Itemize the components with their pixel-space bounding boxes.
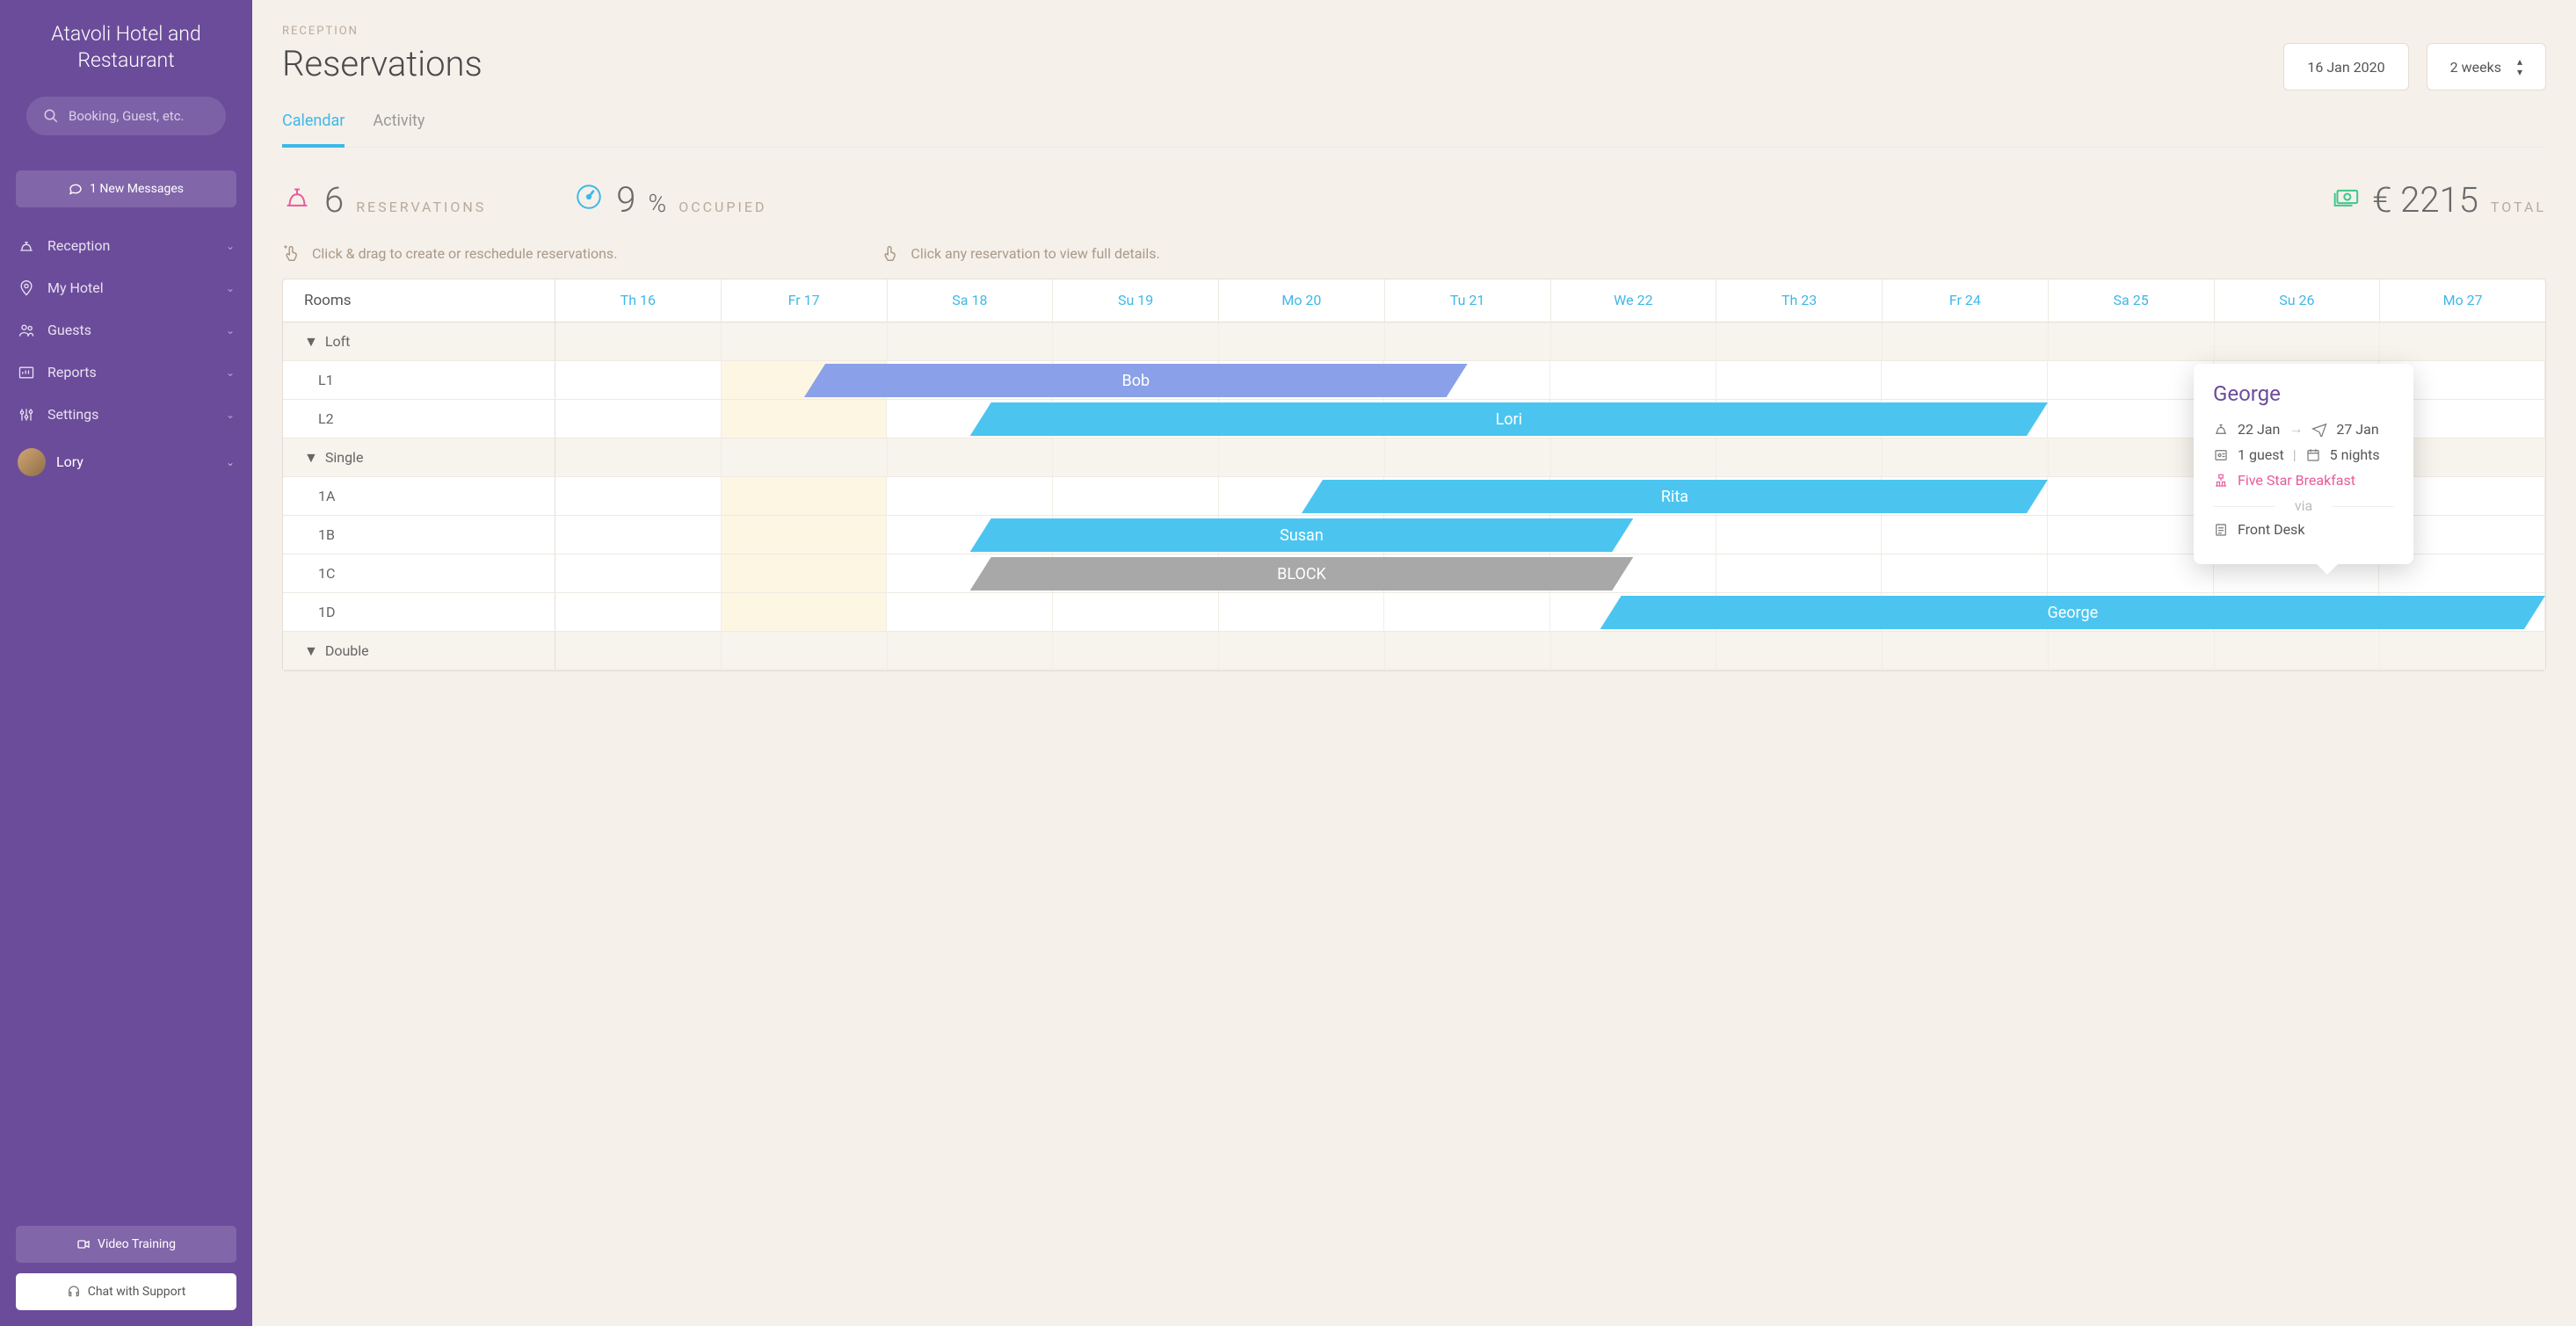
chevron-down-icon: ⌄	[226, 456, 235, 468]
calendar-grid[interactable]: Rooms Th 16Fr 17Sa 18Su 19Mo 20Tu 21We 2…	[282, 279, 2546, 671]
nav-user[interactable]: Lory⌄	[0, 436, 252, 489]
search-input[interactable]: Booking, Guest, etc.	[26, 97, 226, 135]
chevron-down-icon: ⌄	[226, 324, 235, 337]
tab-activity[interactable]: Activity	[373, 112, 424, 147]
day-header: Fr 24	[1883, 279, 2049, 322]
room-cell: L2	[283, 400, 555, 438]
date-picker[interactable]: 16 Jan 2020	[2283, 43, 2408, 91]
reservation-bar[interactable]: BLOCK	[970, 557, 1634, 591]
rooms-header: Rooms	[283, 279, 555, 322]
reservation-bar[interactable]: Susan	[970, 518, 1634, 552]
nav-settings[interactable]: Settings⌄	[0, 394, 252, 436]
search-icon	[42, 107, 60, 125]
day-header: Su 26	[2215, 279, 2381, 322]
popover-name: George	[2213, 381, 2394, 406]
nav-guests[interactable]: Guests⌄	[0, 309, 252, 351]
reservation-bar[interactable]: George	[1600, 596, 2545, 629]
day-header: Fr 17	[722, 279, 888, 322]
desk-icon	[2213, 522, 2229, 538]
reservation-bar[interactable]: Rita	[1302, 480, 2048, 513]
money-icon	[2330, 182, 2360, 212]
range-picker[interactable]: 2 weeks ▴▾	[2427, 43, 2546, 91]
day-header: Mo 20	[1219, 279, 1385, 322]
chevron-down-icon: ⌄	[226, 409, 235, 421]
plane-icon	[2311, 421, 2327, 437]
room-cell: L1	[283, 361, 555, 399]
pin-icon	[18, 279, 35, 297]
messages-button[interactable]: 1 New Messages	[16, 170, 236, 207]
video-training-button[interactable]: Video Training	[16, 1226, 236, 1263]
reservation-bar[interactable]: Bob	[804, 364, 1468, 397]
hint-click: Click any reservation to view full detai…	[881, 243, 1159, 263]
users-icon	[18, 322, 35, 339]
page-title: Reservations	[282, 43, 483, 84]
checkin-icon	[2213, 421, 2229, 437]
room-cell: 1A	[283, 477, 555, 515]
triangle-down-icon: ▼	[304, 449, 318, 467]
gauge-icon	[574, 182, 604, 212]
video-icon	[76, 1237, 91, 1251]
room-cell: 1B	[283, 516, 555, 554]
pointer-icon	[881, 243, 900, 263]
occupied-pct: 9	[616, 179, 635, 221]
day-header: Su 19	[1053, 279, 1219, 322]
avatar	[18, 448, 46, 476]
search-placeholder: Booking, Guest, etc.	[69, 108, 185, 124]
nav-reception[interactable]: Reception⌄	[0, 225, 252, 267]
day-header: Sa 18	[888, 279, 1054, 322]
reservation-bar[interactable]: Lori	[970, 402, 2048, 436]
guest-icon	[2213, 447, 2229, 463]
select-arrows-icon: ▴▾	[2517, 56, 2522, 77]
room-cell: 1D	[283, 593, 555, 631]
brand-title: Atavoli Hotel and Restaurant	[0, 0, 252, 88]
day-header: Sa 25	[2049, 279, 2215, 322]
nav-reports[interactable]: Reports⌄	[0, 351, 252, 394]
day-header: Mo 27	[2380, 279, 2545, 322]
report-icon	[18, 364, 35, 381]
triangle-down-icon: ▼	[304, 333, 318, 351]
sliders-icon	[18, 406, 35, 424]
tab-calendar[interactable]: Calendar	[282, 112, 345, 148]
chevron-down-icon: ⌄	[226, 282, 235, 294]
headset-icon	[67, 1285, 81, 1299]
day-header: Th 23	[1716, 279, 1883, 322]
chevron-down-icon: ⌄	[226, 366, 235, 379]
day-header: Th 16	[555, 279, 722, 322]
hint-drag: Click & drag to create or reschedule res…	[282, 243, 617, 263]
reservations-count: 6	[324, 179, 344, 221]
group-toggle[interactable]: ▼Single	[283, 438, 555, 476]
pointer-icon	[282, 243, 301, 263]
nav-myhotel[interactable]: My Hotel⌄	[0, 267, 252, 309]
day-header: Tu 21	[1385, 279, 1551, 322]
room-cell: 1C	[283, 554, 555, 592]
chevron-down-icon: ⌄	[226, 240, 235, 252]
bell-icon	[282, 182, 312, 212]
reservation-popover: George 22 Jan → 27 Jan 1 guest | 5 night…	[2194, 364, 2413, 564]
calendar-icon	[2305, 447, 2321, 463]
chat-support-button[interactable]: Chat with Support	[16, 1273, 236, 1310]
bell-icon	[18, 237, 35, 255]
group-toggle[interactable]: ▼Double	[283, 632, 555, 670]
plan-icon	[2213, 473, 2229, 489]
chat-icon	[69, 182, 83, 196]
group-toggle[interactable]: ▼Loft	[283, 322, 555, 360]
total-amount: € 2215	[2372, 179, 2478, 221]
triangle-down-icon: ▼	[304, 642, 318, 660]
breadcrumb: RECEPTION	[282, 25, 2546, 38]
day-header: We 22	[1551, 279, 1717, 322]
